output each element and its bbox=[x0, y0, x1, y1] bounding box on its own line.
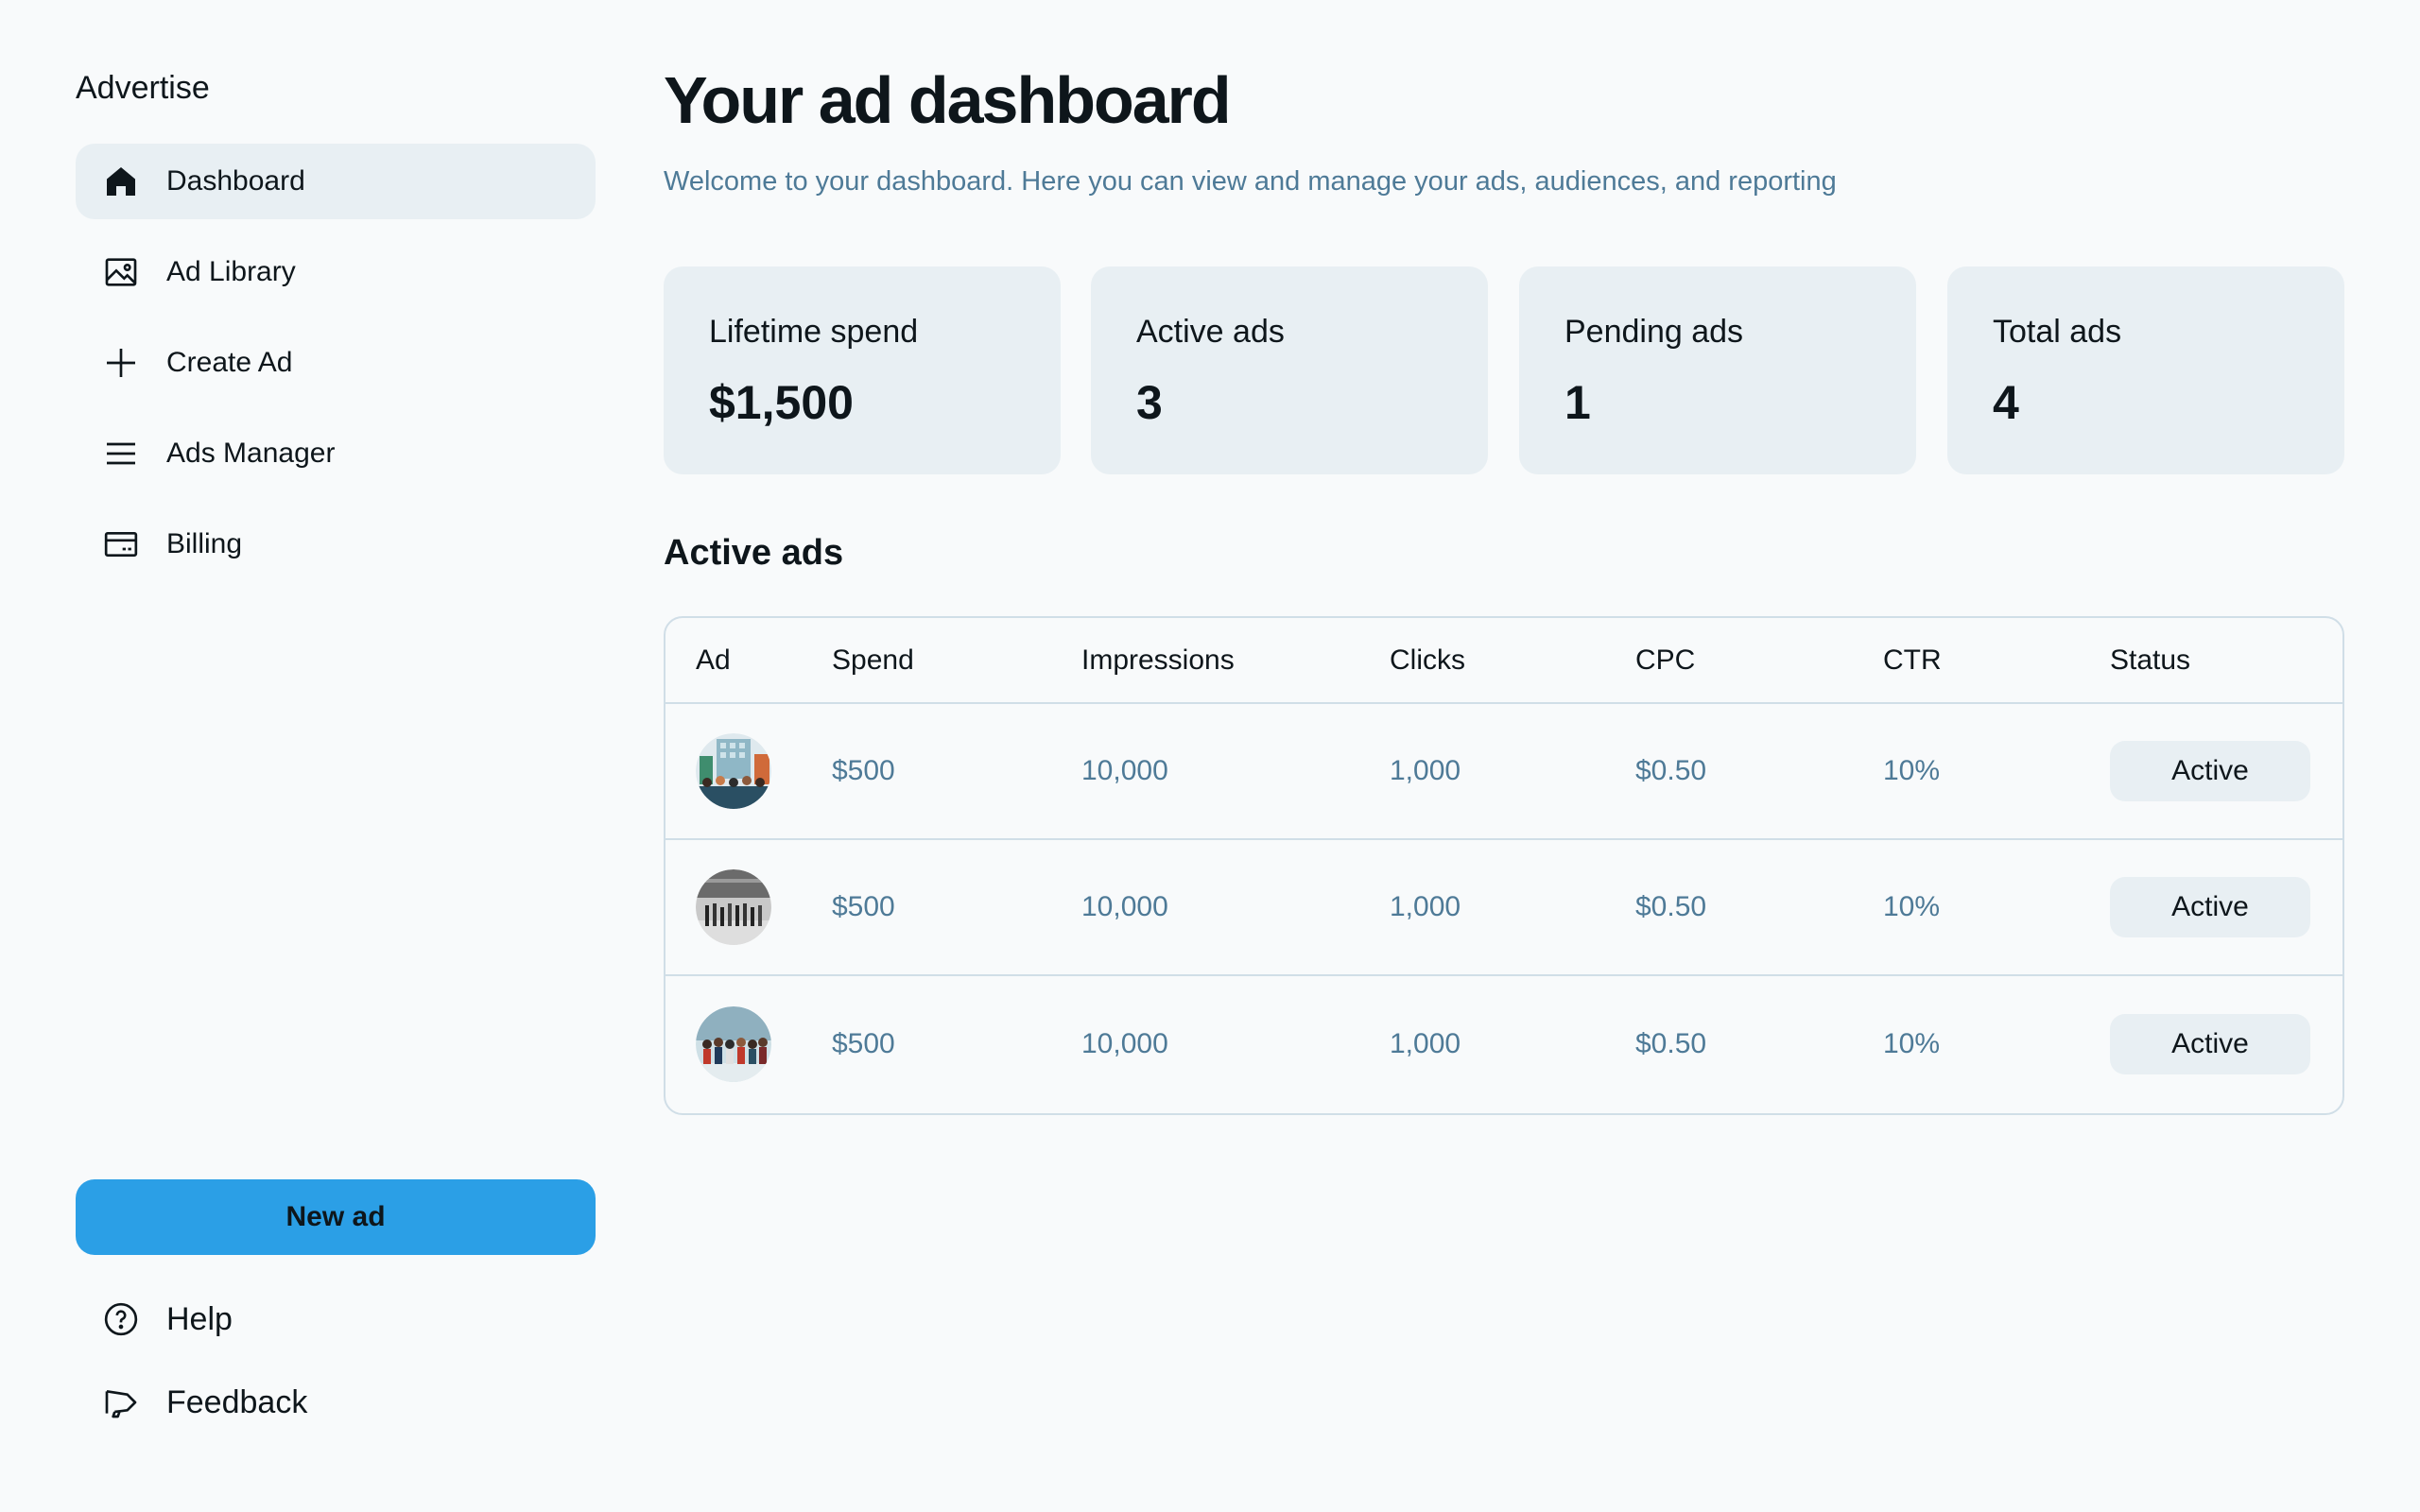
ad-thumbnail-cell bbox=[666, 975, 802, 1111]
feedback-link[interactable]: Feedback bbox=[100, 1382, 307, 1423]
ctr-cell: 10% bbox=[1883, 1027, 1941, 1059]
spend-cell: $500 bbox=[832, 891, 895, 922]
help-link[interactable]: Help bbox=[100, 1298, 233, 1340]
column-header-ad: Ad bbox=[696, 644, 731, 676]
clicks-cell: 1,000 bbox=[1390, 1027, 1461, 1059]
stat-card-active-ads: Active ads 3 bbox=[1091, 266, 1488, 474]
stat-label: Total ads bbox=[1993, 314, 2122, 350]
spend-cell: $500 bbox=[832, 755, 895, 786]
stat-card-lifetime-spend: Lifetime spend $1,500 bbox=[664, 266, 1061, 474]
image-icon bbox=[100, 251, 142, 293]
active-ads-table: Ad Spend Impressions Clicks CPC CTR Stat… bbox=[664, 616, 2344, 1115]
table-row[interactable]: $500 10,000 1,000 $0.50 10% Active bbox=[666, 839, 2342, 975]
page-subtitle: Welcome to your dashboard. Here you can … bbox=[664, 166, 1837, 197]
stat-value: $1,500 bbox=[709, 376, 854, 429]
stat-value: 1 bbox=[1564, 376, 1591, 429]
table-row[interactable]: $500 10,000 1,000 $0.50 10% Active bbox=[666, 975, 2342, 1111]
clicks-cell: 1,000 bbox=[1390, 755, 1461, 786]
column-header-status: Status bbox=[2110, 644, 2191, 676]
list-icon bbox=[100, 433, 142, 474]
ad-thumbnail[interactable] bbox=[696, 869, 771, 945]
sidebar-item-ads-manager[interactable]: Ads Manager bbox=[76, 416, 596, 491]
column-header-ctr: CTR bbox=[1883, 644, 1942, 676]
sidebar-item-label: Create Ad bbox=[166, 347, 293, 378]
impressions-cell: 10,000 bbox=[1081, 1027, 1168, 1059]
cpc-cell: $0.50 bbox=[1635, 755, 1707, 786]
status-cell: Active bbox=[2080, 703, 2342, 839]
stats-row: Lifetime spend $1,500 Active ads 3 Pendi… bbox=[664, 266, 2344, 474]
column-header-spend: Spend bbox=[832, 644, 914, 676]
status-cell: Active bbox=[2080, 975, 2342, 1111]
megaphone-icon bbox=[100, 1382, 142, 1423]
stat-label: Lifetime spend bbox=[709, 314, 919, 350]
help-circle-icon bbox=[100, 1298, 142, 1340]
stat-value: 3 bbox=[1136, 376, 1163, 429]
impressions-cell: 10,000 bbox=[1081, 755, 1168, 786]
spend-cell: $500 bbox=[832, 1027, 895, 1059]
ad-thumbnail[interactable] bbox=[696, 1005, 771, 1082]
feedback-label: Feedback bbox=[166, 1383, 308, 1420]
stat-label: Pending ads bbox=[1564, 314, 1744, 350]
app: Advertise Dashboard Ad Library Create Ad… bbox=[0, 0, 2420, 1512]
home-icon bbox=[100, 161, 142, 202]
clicks-cell: 1,000 bbox=[1390, 891, 1461, 922]
help-label: Help bbox=[166, 1300, 233, 1337]
status-badge[interactable]: Active bbox=[2110, 1013, 2310, 1074]
page-title: Your ad dashboard bbox=[664, 63, 1232, 137]
ad-thumbnail-cell bbox=[666, 839, 802, 975]
plus-icon bbox=[100, 342, 142, 384]
ad-thumbnail-cell bbox=[666, 703, 802, 839]
cpc-cell: $0.50 bbox=[1635, 1027, 1707, 1059]
sidebar-item-create-ad[interactable]: Create Ad bbox=[76, 325, 596, 401]
sidebar: Advertise Dashboard Ad Library Create Ad… bbox=[76, 0, 596, 1512]
status-badge[interactable]: Active bbox=[2110, 741, 2310, 801]
status-cell: Active bbox=[2080, 839, 2342, 975]
sidebar-item-billing[interactable]: Billing bbox=[76, 507, 596, 582]
sidebar-item-label: Ads Manager bbox=[166, 438, 336, 469]
impressions-cell: 10,000 bbox=[1081, 891, 1168, 922]
stat-value: 4 bbox=[1993, 376, 2019, 429]
stat-label: Active ads bbox=[1136, 314, 1285, 350]
new-ad-button[interactable]: New ad bbox=[76, 1179, 596, 1255]
sidebar-item-label: Ad Library bbox=[166, 256, 296, 287]
sidebar-nav: Dashboard Ad Library Create Ad Ads Manag… bbox=[76, 144, 596, 597]
column-header-cpc: CPC bbox=[1635, 644, 1696, 676]
sidebar-item-dashboard[interactable]: Dashboard bbox=[76, 144, 596, 219]
table-header-row: Ad Spend Impressions Clicks CPC CTR Stat… bbox=[666, 618, 2342, 703]
sidebar-item-label: Billing bbox=[166, 528, 243, 559]
ad-thumbnail[interactable] bbox=[696, 733, 771, 809]
sidebar-item-label: Dashboard bbox=[166, 165, 305, 197]
section-title-active-ads: Active ads bbox=[664, 533, 844, 573]
table-row[interactable]: $500 10,000 1,000 $0.50 10% Active bbox=[666, 703, 2342, 839]
status-badge[interactable]: Active bbox=[2110, 877, 2310, 937]
stat-card-pending-ads: Pending ads 1 bbox=[1519, 266, 1916, 474]
stat-card-total-ads: Total ads 4 bbox=[1947, 266, 2344, 474]
ctr-cell: 10% bbox=[1883, 891, 1941, 922]
column-header-clicks: Clicks bbox=[1390, 644, 1465, 676]
ctr-cell: 10% bbox=[1883, 755, 1941, 786]
sidebar-item-ad-library[interactable]: Ad Library bbox=[76, 234, 596, 310]
cpc-cell: $0.50 bbox=[1635, 891, 1707, 922]
credit-card-icon bbox=[100, 524, 142, 565]
column-header-impressions: Impressions bbox=[1081, 644, 1235, 676]
brand-title: Advertise bbox=[76, 70, 210, 106]
